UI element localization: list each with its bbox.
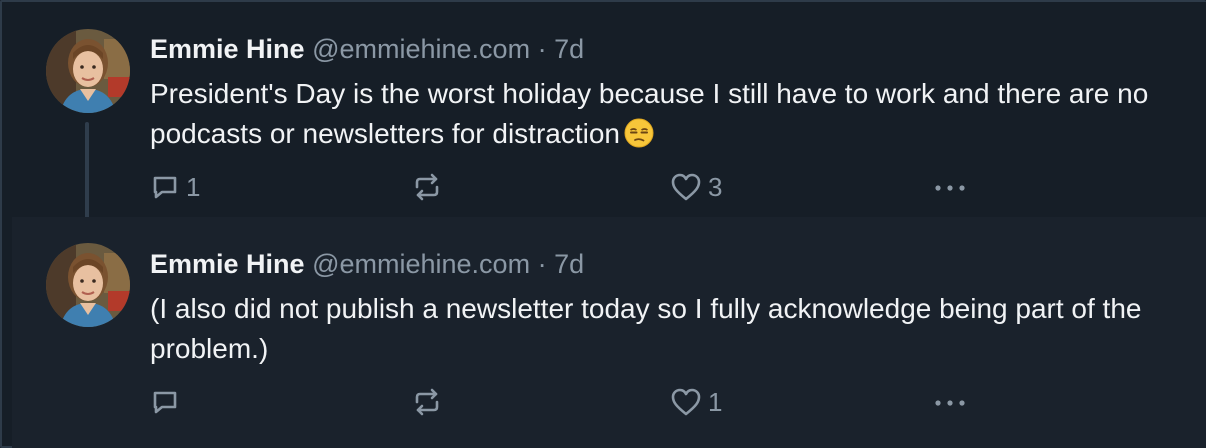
repost-button[interactable] [412, 385, 442, 419]
post-thread: Emmie Hine @emmiehine.com · 7d President… [0, 0, 1206, 448]
like-count: 1 [708, 386, 723, 417]
like-button[interactable]: 3 [670, 170, 722, 204]
reply-icon [150, 387, 180, 417]
author-name[interactable]: Emmie Hine [150, 249, 305, 279]
post-actions: 1 3 [150, 170, 990, 204]
meta-separator: · [537, 249, 547, 279]
reply-button[interactable] [150, 385, 180, 419]
post-meta: Emmie Hine @emmiehine.com · 7d [150, 32, 1166, 66]
author-name[interactable]: Emmie Hine [150, 34, 305, 64]
repost-icon [412, 172, 442, 202]
post-content: Emmie Hine @emmiehine.com · 7d President… [150, 32, 1166, 159]
post-timestamp[interactable]: 7d [554, 34, 584, 64]
like-count: 3 [708, 171, 723, 202]
thread-connector-line [85, 122, 89, 232]
unamused-face-emoji-icon [624, 118, 654, 159]
reply-count: 1 [186, 171, 201, 202]
post-actions: 1 [150, 385, 990, 419]
post-timestamp[interactable]: 7d [554, 249, 584, 279]
more-options-icon [932, 172, 968, 202]
repost-icon [412, 387, 442, 417]
heart-icon [670, 172, 702, 202]
post-text: (I also did not publish a newsletter tod… [150, 293, 1142, 364]
author-handle[interactable]: @emmiehine.com [312, 34, 530, 64]
post-content: Emmie Hine @emmiehine.com · 7d (I also d… [150, 247, 1166, 369]
post-text: President's Day is the worst holiday bec… [150, 74, 1150, 159]
reply-icon [150, 172, 180, 202]
repost-button[interactable] [412, 170, 442, 204]
more-options-icon [932, 387, 968, 417]
post[interactable]: Emmie Hine @emmiehine.com · 7d (I also d… [12, 217, 1206, 448]
heart-icon [670, 387, 702, 417]
more-options-button[interactable] [932, 170, 968, 204]
avatar[interactable] [46, 243, 130, 327]
meta-separator: · [537, 34, 547, 64]
author-handle[interactable]: @emmiehine.com [312, 249, 530, 279]
reply-button[interactable]: 1 [150, 170, 200, 204]
like-button[interactable]: 1 [670, 385, 722, 419]
more-options-button[interactable] [932, 385, 968, 419]
avatar[interactable] [46, 29, 130, 113]
post[interactable]: Emmie Hine @emmiehine.com · 7d President… [12, 2, 1206, 232]
post-meta: Emmie Hine @emmiehine.com · 7d [150, 247, 1166, 281]
